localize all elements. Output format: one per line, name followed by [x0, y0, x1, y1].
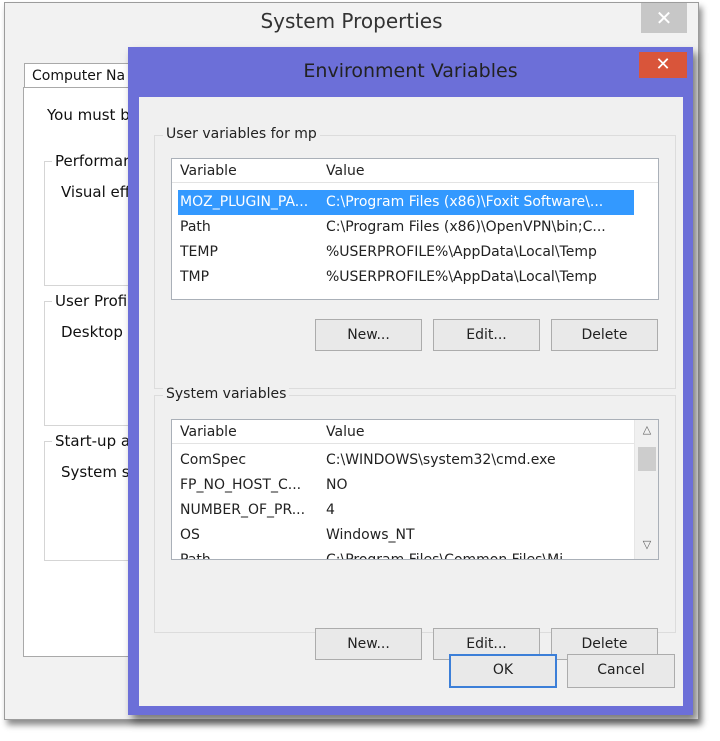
- performance-desc: Visual eff: [61, 183, 131, 201]
- startup-desc: System s: [61, 463, 130, 481]
- variable-name: ComSpec: [180, 452, 247, 468]
- column-value: Value: [326, 424, 365, 440]
- dialog-close-button[interactable]: ✕: [639, 52, 687, 78]
- variable-name: TEMP: [180, 244, 218, 260]
- variable-value: C:\WINDOWS\system32\cmd.exe: [326, 452, 556, 468]
- variable-name: NUMBER_OF_PR...: [180, 502, 306, 518]
- tab-computer-name[interactable]: Computer Na: [24, 63, 144, 88]
- variable-name: Path: [180, 219, 211, 235]
- list-item[interactable]: MOZ_PLUGIN_PA... C:\Program Files (x86)\F…: [178, 190, 634, 215]
- variable-name: FP_NO_HOST_C...: [180, 477, 302, 493]
- list-item[interactable]: TEMP %USERPROFILE%\AppData\Local\Temp: [178, 240, 634, 265]
- dialog-title: Environment Variables: [303, 60, 518, 82]
- list-item[interactable]: OS Windows_NT: [172, 523, 634, 548]
- variable-value: C:\Program Files (x86)\Foxit Software\..…: [326, 194, 604, 210]
- variable-name: Path: [180, 552, 211, 560]
- variable-value: 4: [326, 502, 335, 518]
- system-variables-label: System variables: [163, 386, 290, 402]
- variable-name: OS: [180, 527, 200, 543]
- variable-name: TMP: [180, 269, 210, 285]
- user-profiles-desc: Desktop: [61, 323, 123, 341]
- close-icon: ✕: [655, 6, 673, 30]
- startup-label: Start-up ar: [52, 432, 140, 450]
- list-item[interactable]: Path C:\Program Files\Common Files\Mi...: [172, 548, 634, 560]
- system-list-scrollbar[interactable]: △ ▽: [634, 420, 658, 559]
- close-icon: ✕: [655, 54, 671, 75]
- variable-value: %USERPROFILE%\AppData\Local\Temp: [326, 244, 597, 260]
- user-profiles-label: User Profi: [52, 292, 131, 310]
- list-item[interactable]: ComSpec C:\WINDOWS\system32\cmd.exe: [172, 448, 634, 473]
- variable-value: C:\Program Files (x86)\OpenVPN\bin;C...: [326, 219, 606, 235]
- scroll-up-icon[interactable]: △: [635, 423, 658, 436]
- variable-value: Windows_NT: [326, 527, 415, 543]
- list-header: Variable Value: [172, 159, 658, 183]
- system-rows: ComSpec C:\WINDOWS\system32\cmd.exe FP_NO_…: [172, 448, 634, 560]
- list-item[interactable]: FP_NO_HOST_C... NO: [172, 473, 634, 498]
- list-item[interactable]: TMP %USERPROFILE%\AppData\Local\Temp: [178, 265, 634, 290]
- list-item[interactable]: NUMBER_OF_PR... 4: [172, 498, 634, 523]
- user-new-button[interactable]: New...: [315, 319, 422, 351]
- user-delete-button[interactable]: Delete: [551, 319, 658, 351]
- scroll-down-icon[interactable]: ▽: [635, 538, 658, 551]
- variable-value: NO: [326, 477, 348, 493]
- list-header: Variable Value: [172, 420, 634, 444]
- user-variables-list[interactable]: Variable Value MOZ_PLUGIN_PA... C:\Progra…: [171, 158, 659, 300]
- column-variable: Variable: [180, 424, 237, 440]
- column-variable: Variable: [180, 163, 237, 179]
- ok-button[interactable]: OK: [449, 654, 557, 688]
- column-value: Value: [326, 163, 365, 179]
- user-rows: MOZ_PLUGIN_PA... C:\Program Files (x86)\F…: [178, 190, 634, 290]
- cancel-button[interactable]: Cancel: [567, 654, 675, 688]
- system-new-button[interactable]: New...: [315, 628, 422, 660]
- environment-variables-dialog: Environment Variables ✕ User variables f…: [128, 47, 693, 715]
- system-properties-title: System Properties: [260, 9, 443, 33]
- variable-name: MOZ_PLUGIN_PA...: [180, 194, 309, 210]
- dialog-body: User variables for mp Variable Value MOZ…: [139, 97, 683, 706]
- variable-value: C:\Program Files\Common Files\Mi...: [326, 552, 577, 560]
- user-edit-button[interactable]: Edit...: [433, 319, 540, 351]
- scroll-thumb[interactable]: [638, 447, 656, 471]
- system-variables-list[interactable]: Variable Value ComSpec C:\WINDOWS\system3…: [171, 419, 659, 560]
- performance-label: Performar: [52, 152, 133, 170]
- admin-notice: You must b: [47, 106, 130, 124]
- variable-value: %USERPROFILE%\AppData\Local\Temp: [326, 269, 597, 285]
- list-item[interactable]: Path C:\Program Files (x86)\OpenVPN\bin;C…: [178, 215, 634, 240]
- system-properties-close-button[interactable]: ✕: [641, 3, 687, 33]
- user-variables-label: User variables for mp: [163, 126, 320, 142]
